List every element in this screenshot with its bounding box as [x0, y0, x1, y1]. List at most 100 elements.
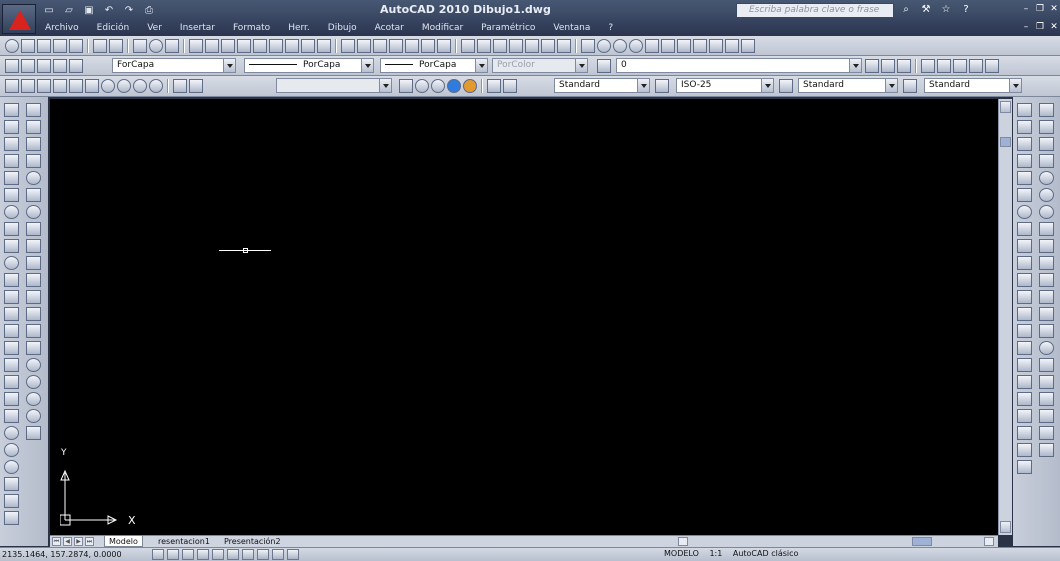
copy-object-icon[interactable] [1017, 120, 1032, 134]
layer-combo[interactable]: 0 [616, 58, 862, 73]
insert-block-icon[interactable] [4, 290, 19, 304]
menu-parametrico[interactable]: Paramétrico [472, 21, 544, 35]
chevron-down-icon[interactable] [885, 79, 897, 92]
chevron-down-icon[interactable] [761, 79, 773, 92]
vertical-scrollbar[interactable] [998, 99, 1012, 535]
explode-icon[interactable] [1017, 358, 1032, 372]
dimension-text-edit-icon[interactable] [1039, 409, 1054, 423]
angular-dimension-icon[interactable] [1039, 222, 1054, 236]
dimension-style-icon[interactable] [655, 79, 669, 93]
toolbar-tool-icon[interactable] [69, 79, 83, 93]
zoom-realtime-icon[interactable] [597, 39, 611, 53]
toolbar-tool-icon[interactable] [26, 171, 41, 185]
arc-icon[interactable] [4, 188, 19, 202]
mirror-icon[interactable] [1017, 137, 1032, 151]
diameter-dimension-icon[interactable] [1039, 205, 1054, 219]
tab-layout2[interactable]: Presentación2 [220, 536, 285, 547]
workspace-switch[interactable]: AutoCAD clásico [733, 549, 799, 558]
toolbar-tool-icon[interactable] [237, 39, 251, 53]
toolbar-tool-icon[interactable] [69, 39, 83, 53]
inspection-icon[interactable] [1039, 358, 1054, 372]
match-properties-icon[interactable] [509, 39, 523, 53]
ordinate-dimension-icon[interactable] [1039, 154, 1054, 168]
new-icon[interactable]: ▭ [40, 4, 58, 18]
join-icon[interactable] [1017, 307, 1032, 321]
toolbar-tool-icon[interactable] [26, 409, 41, 423]
chevron-down-icon[interactable] [1009, 79, 1021, 92]
toolbar-tool-icon[interactable] [437, 39, 451, 53]
toolbar-tool-icon[interactable] [525, 39, 539, 53]
point-icon[interactable] [4, 324, 19, 338]
tolerance-icon[interactable] [1039, 324, 1054, 338]
toolbar-tool-icon[interactable] [133, 39, 147, 53]
sheet-set-icon[interactable] [693, 39, 707, 53]
scroll-down-icon[interactable] [1000, 521, 1011, 533]
pan-icon[interactable] [581, 39, 595, 53]
text-style-icon[interactable] [503, 79, 517, 93]
toolbar-tool-icon[interactable] [317, 39, 331, 53]
toolbar-tool-icon[interactable] [399, 79, 413, 93]
toolbar-tool-icon[interactable] [937, 59, 951, 73]
undo-icon[interactable]: ↶ [100, 4, 118, 18]
toolbar-tool-icon[interactable] [26, 137, 41, 151]
erase-icon[interactable] [1017, 103, 1032, 117]
toolbar-tool-icon[interactable] [389, 39, 403, 53]
spline-icon[interactable] [4, 239, 19, 253]
toolbar-tool-icon[interactable] [4, 477, 19, 491]
layer-states-icon[interactable] [597, 59, 611, 73]
object-snap-icon[interactable] [212, 549, 224, 560]
toolbar-tool-icon[interactable] [4, 443, 19, 457]
toolbar-tool-icon[interactable] [26, 290, 41, 304]
toolbar-tool-icon[interactable] [26, 103, 41, 117]
baseline-dimension-icon[interactable] [1039, 256, 1054, 270]
linetype-combo[interactable]: PorCapa [244, 58, 374, 73]
hatch-icon[interactable] [4, 341, 19, 355]
toolbar-tool-icon[interactable] [26, 426, 41, 440]
toolbar-tool-icon[interactable] [26, 392, 41, 406]
help-icon[interactable]: ? [958, 3, 974, 17]
zoom-previous-icon[interactable] [629, 39, 643, 53]
toolbar-tool-icon[interactable] [405, 39, 419, 53]
layer-previous-icon[interactable] [881, 59, 895, 73]
conceptual-style-icon[interactable] [463, 79, 477, 93]
hscroll-thumb[interactable] [912, 537, 932, 546]
toolbar-tool-icon[interactable] [69, 59, 83, 73]
ortho-mode-icon[interactable] [182, 549, 194, 560]
chamfer-icon[interactable] [1017, 324, 1032, 338]
search-input[interactable]: Escriba palabra clave o frase [736, 3, 894, 18]
markup-icon[interactable] [709, 39, 723, 53]
save-icon[interactable]: ▣ [80, 4, 98, 18]
redo-icon[interactable] [557, 39, 571, 53]
quick-properties-icon[interactable] [287, 549, 299, 560]
dimension-break-icon[interactable] [1039, 307, 1054, 321]
quick-dimension-icon[interactable] [1039, 239, 1054, 253]
dynamic-input-icon[interactable] [257, 549, 269, 560]
chevron-down-icon[interactable] [361, 59, 373, 72]
toolbar-tool-icon[interactable] [1017, 409, 1032, 423]
toolbar-tool-icon[interactable] [93, 39, 107, 53]
scroll-up-icon[interactable] [1000, 101, 1011, 113]
tab-model[interactable]: Modelo [104, 536, 143, 547]
polyline-icon[interactable] [4, 137, 19, 151]
chevron-down-icon[interactable] [849, 59, 861, 72]
toolbar-tool-icon[interactable] [269, 39, 283, 53]
rotate-icon[interactable] [1017, 205, 1032, 219]
calculator-icon[interactable] [725, 39, 739, 53]
toolbar-tool-icon[interactable] [421, 39, 435, 53]
menu-herramientas[interactable]: Herr. [279, 21, 319, 35]
toolbar-tool-icon[interactable] [26, 324, 41, 338]
minimize-icon[interactable]: – [1020, 4, 1032, 15]
print-icon[interactable]: ⎙ [140, 4, 158, 18]
toolbar-tool-icon[interactable] [1017, 375, 1032, 389]
paste-icon[interactable] [493, 39, 507, 53]
toolbar-tool-icon[interactable] [985, 59, 999, 73]
lineweight-display-icon[interactable] [272, 549, 284, 560]
toolbar-tool-icon[interactable] [5, 39, 19, 53]
last-tab-icon[interactable]: ⏭ [85, 537, 94, 546]
properties-icon[interactable] [645, 39, 659, 53]
toolbar-tool-icon[interactable] [26, 307, 41, 321]
object-snap-tracking-icon[interactable] [227, 549, 239, 560]
lineweight-combo[interactable]: PorCapa [380, 58, 488, 73]
grid-display-icon[interactable] [167, 549, 179, 560]
toolbar-tool-icon[interactable] [189, 79, 203, 93]
